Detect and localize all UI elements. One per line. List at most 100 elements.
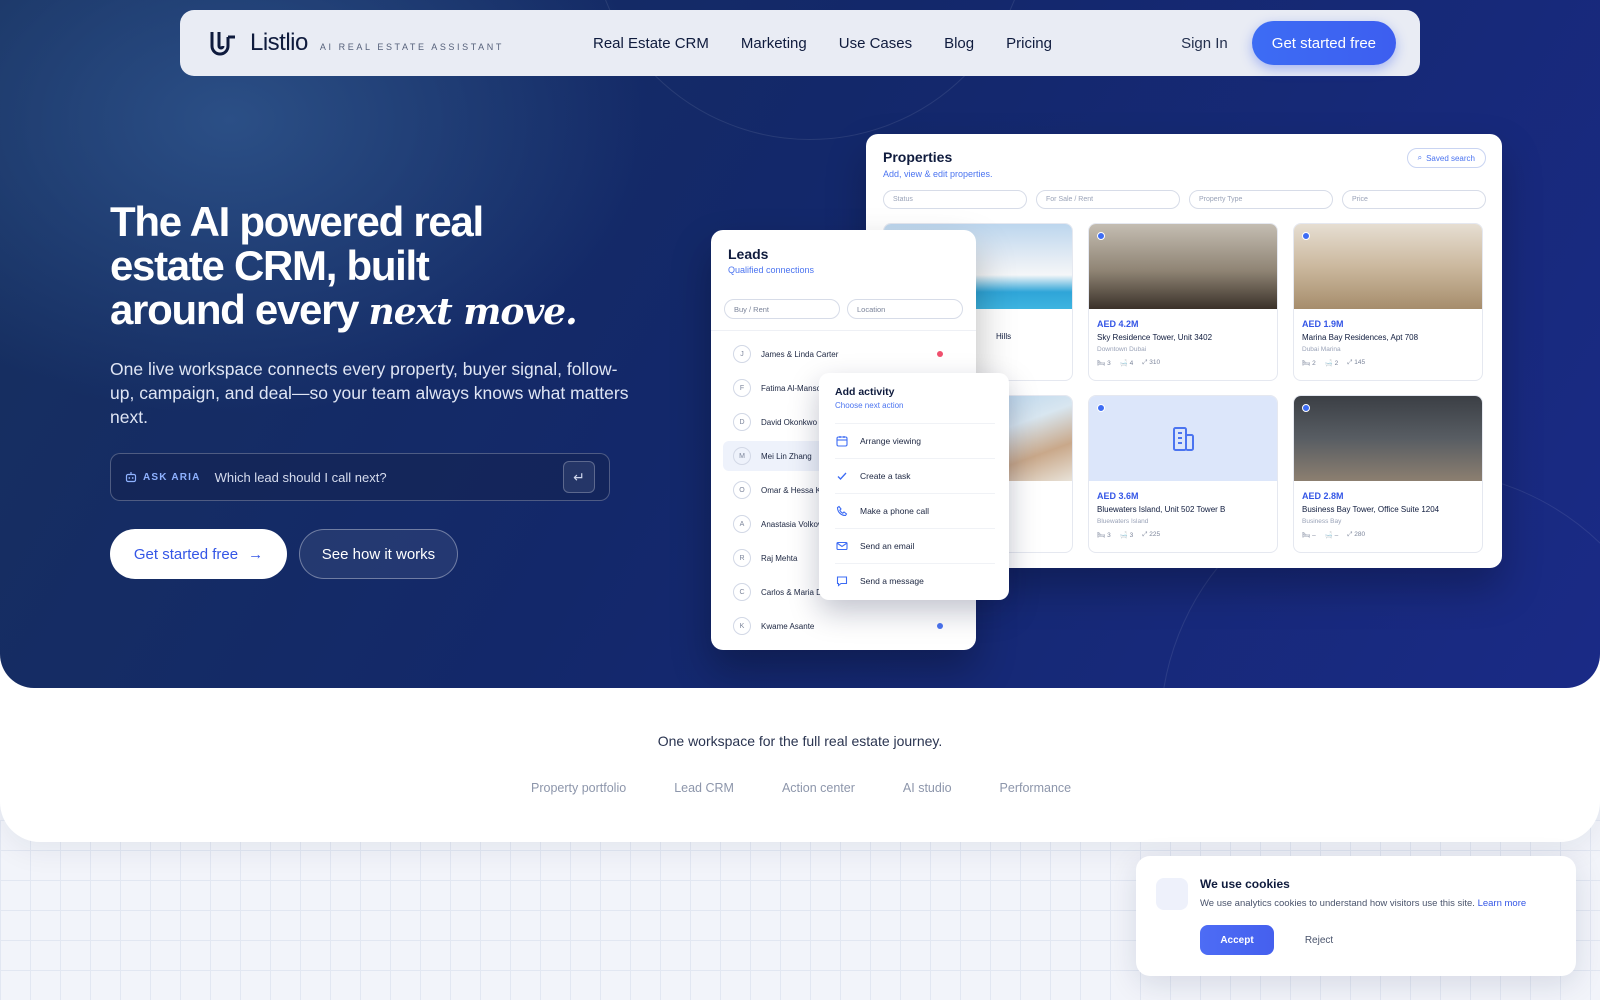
activity-phone-call[interactable]: Make a phone call	[835, 493, 995, 527]
calendar-icon	[835, 434, 849, 448]
filter-location[interactable]: Location	[847, 299, 963, 319]
hero-title-line1: The AI powered real	[110, 198, 484, 245]
avatar: A	[733, 515, 751, 533]
property-name: Hills	[996, 332, 1012, 341]
property-location: Downtown Dubai	[1097, 346, 1147, 353]
see-how-it-works-button[interactable]: See how it works	[299, 529, 458, 579]
cookie-icon	[1156, 878, 1188, 910]
ask-aria-tag: ASK ARIA	[125, 471, 201, 483]
nav-link-marketing[interactable]: Marketing	[741, 35, 807, 52]
cookie-description: We use analytics cookies to understand h…	[1200, 898, 1475, 909]
tab-action-center[interactable]: Action center	[782, 781, 855, 795]
property-name: Bluewaters Island, Unit 502 Tower B	[1097, 505, 1226, 514]
property-image	[1089, 224, 1277, 309]
selection-dot	[1097, 232, 1105, 240]
sign-in-link[interactable]: Sign In	[1181, 35, 1228, 52]
brand-logo[interactable]: Listlio AI REAL ESTATE ASSISTANT	[208, 28, 588, 58]
nav-get-started-button[interactable]: Get started free	[1251, 21, 1396, 65]
mail-icon	[835, 539, 849, 553]
ask-aria-input[interactable]: ASK ARIA Which lead should I call next? …	[110, 453, 610, 501]
saved-search-button[interactable]: ⌕ Saved search	[1406, 148, 1486, 168]
cookie-banner: We use cookies We use analytics cookies …	[1136, 856, 1576, 976]
baths-count: 🛁 4	[1119, 360, 1134, 367]
nav-links: Real Estate CRM Marketing Use Cases Blog…	[593, 35, 1052, 52]
property-price: AED 4.2M	[1097, 319, 1139, 329]
activity-label: Arrange viewing	[860, 435, 921, 446]
property-meta: 🛏 2 🛁 2 ⤢ 145	[1302, 359, 1365, 367]
activity-send-message[interactable]: Send a message	[835, 563, 995, 597]
cookie-title: We use cookies	[1200, 877, 1290, 891]
nav-actions: Sign In Get started free	[1181, 21, 1396, 65]
selection-dot	[1302, 404, 1310, 412]
hero-section: Listlio AI REAL ESTATE ASSISTANT Real Es…	[0, 0, 1600, 688]
property-name: Business Bay Tower, Office Suite 1204	[1302, 505, 1440, 514]
property-filters: Status For Sale / Rent Property Type Pri…	[883, 190, 1486, 209]
lead-name: Anastasia Volkova	[761, 519, 827, 529]
hero-get-started-button[interactable]: Get started free →	[110, 529, 287, 579]
avatar: M	[733, 447, 751, 465]
leads-subtitle: Qualified connections	[728, 265, 815, 275]
filter-buy-rent[interactable]: Buy / Rent	[724, 299, 840, 319]
nav-link-use-cases[interactable]: Use Cases	[839, 35, 912, 52]
property-location: Bluewaters Island	[1097, 518, 1149, 525]
filter-status[interactable]: Status	[883, 190, 1027, 209]
area-size: ⤢ 280	[1347, 531, 1366, 538]
enter-icon[interactable]: ↵	[563, 461, 595, 493]
message-icon	[835, 574, 849, 588]
baths-count: 🛁 3	[1119, 532, 1134, 539]
lead-name: Kwame Asante	[761, 621, 815, 631]
tab-ai-studio[interactable]: AI studio	[903, 781, 952, 795]
tab-lead-crm[interactable]: Lead CRM	[674, 781, 734, 795]
avatar: J	[733, 345, 751, 363]
avatar: K	[733, 617, 751, 635]
arrow-right-icon: →	[248, 545, 264, 563]
lead-name: Carlos & Maria D.	[761, 587, 825, 597]
property-price: AED 1.9M	[1302, 319, 1344, 329]
property-price: AED 2.8M	[1302, 491, 1344, 501]
robot-icon	[125, 472, 137, 483]
lead-name: David Okonkwo	[761, 417, 818, 427]
filter-sale-rent[interactable]: For Sale / Rent	[1036, 190, 1180, 209]
property-card[interactable]: AED 4.2M Sky Residence Tower, Unit 3402 …	[1088, 223, 1278, 381]
area-size: ⤢ 145	[1347, 359, 1366, 366]
lead-row[interactable]: K Kwame Asante	[723, 611, 963, 641]
property-image	[1294, 224, 1482, 309]
activity-label: Create a task	[860, 470, 911, 481]
property-location: Business Bay	[1302, 518, 1342, 525]
lead-name: James & Linda Carter	[761, 349, 839, 359]
hero-title-accent: next move.	[368, 291, 578, 333]
tab-property-portfolio[interactable]: Property portfolio	[531, 781, 626, 795]
lead-name: Omar & Hessa K.	[761, 485, 824, 495]
brand-name: Listlio	[250, 29, 308, 56]
check-icon	[835, 469, 849, 483]
hero-subtitle: One live workspace connects every proper…	[110, 359, 629, 427]
property-image	[1294, 396, 1482, 481]
activity-send-email[interactable]: Send an email	[835, 528, 995, 562]
filter-price[interactable]: Price	[1342, 190, 1486, 209]
activity-arrange-viewing[interactable]: Arrange viewing	[835, 423, 995, 457]
activity-create-task[interactable]: Create a task	[835, 458, 995, 492]
property-card[interactable]: AED 3.6M Bluewaters Island, Unit 502 Tow…	[1088, 395, 1278, 553]
baths-count: 🛁 2	[1324, 360, 1339, 367]
reject-cookies-button[interactable]: Reject	[1294, 925, 1344, 955]
status-dot	[937, 351, 943, 357]
filter-property-type[interactable]: Property Type	[1189, 190, 1333, 209]
tab-performance[interactable]: Performance	[1000, 781, 1072, 795]
activity-subtitle: Choose next action	[835, 401, 904, 410]
nav-link-blog[interactable]: Blog	[944, 35, 974, 52]
lead-row[interactable]: J James & Linda Carter	[723, 339, 963, 369]
saved-search-label: Saved search	[1426, 153, 1475, 163]
properties-title: Properties	[883, 149, 953, 165]
avatar: F	[733, 379, 751, 397]
area-size: ⤢ 225	[1142, 531, 1161, 538]
brand-tagline: AI REAL ESTATE ASSISTANT	[319, 42, 504, 52]
nav-link-pricing[interactable]: Pricing	[1006, 35, 1052, 52]
beds-count: 🛏 –	[1302, 532, 1316, 539]
accept-cookies-button[interactable]: Accept	[1200, 925, 1274, 955]
learn-more-link[interactable]: Learn more	[1478, 898, 1527, 909]
property-card[interactable]: AED 2.8M Business Bay Tower, Office Suit…	[1293, 395, 1483, 553]
nav-link-real-estate-crm[interactable]: Real Estate CRM	[593, 35, 709, 52]
property-card[interactable]: AED 1.9M Marina Bay Residences, Apt 708 …	[1293, 223, 1483, 381]
property-price: AED 3.6M	[1097, 491, 1139, 501]
properties-subtitle: Add, view & edit properties.	[883, 169, 993, 179]
